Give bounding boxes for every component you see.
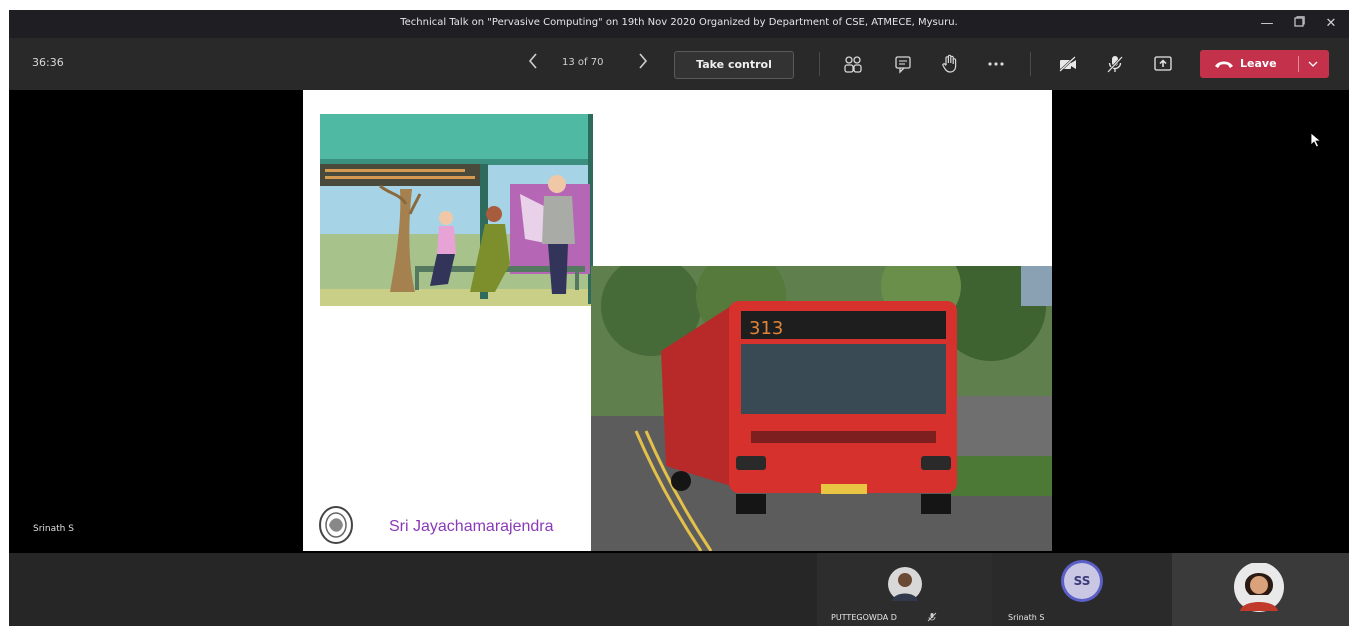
chevron-right-icon — [639, 53, 648, 69]
meeting-timer: 36:36 — [32, 56, 64, 69]
leave-divider — [1298, 56, 1299, 72]
shared-slide: 313 Sri Jayachamarajendra — [303, 90, 1052, 551]
previous-slide-button[interactable] — [527, 52, 539, 75]
avatar — [1234, 563, 1284, 612]
mic-off-icon — [927, 612, 937, 622]
participant-name: Srinath S — [1008, 613, 1045, 622]
mic-toggle-button[interactable] — [1104, 53, 1126, 75]
leave-button[interactable]: Leave — [1200, 50, 1329, 78]
meeting-window: Technical Talk on "Pervasive Computing" … — [9, 10, 1349, 626]
mouse-cursor-icon — [1310, 132, 1322, 148]
participants-strip: PUTTEGOWDA D SS Srinath S — [9, 553, 1349, 626]
phone-icon — [1215, 61, 1233, 68]
window-title: Technical Talk on "Pervasive Computing" … — [400, 17, 958, 28]
chat-icon — [895, 56, 911, 74]
toolbar-divider — [819, 52, 820, 76]
participant-name: PUTTEGOWDA D — [831, 613, 897, 622]
title-bar: Technical Talk on "Pervasive Computing" … — [9, 10, 1349, 38]
slide-counter: 13 of 70 — [562, 57, 604, 68]
close-button[interactable]: ✕ — [1320, 14, 1342, 34]
camera-toggle-button[interactable] — [1057, 53, 1079, 75]
more-actions-button[interactable] — [985, 53, 1007, 75]
participant-tile[interactable]: PUTTEGOWDA D — [817, 553, 992, 626]
bus-photo: 313 — [591, 266, 1052, 551]
bus-stop-illustration — [320, 114, 593, 306]
toolbar-divider — [1030, 52, 1031, 76]
maximize-icon — [1293, 16, 1305, 27]
camera-off-icon — [1059, 56, 1076, 72]
participant-tile[interactable] — [1172, 553, 1349, 626]
more-icon — [988, 62, 1004, 66]
presenter-name: Srinath S — [33, 524, 74, 534]
meeting-stage: 313 Sri Jayachamarajendra Srinath S — [9, 90, 1349, 553]
minimize-button[interactable]: — — [1256, 14, 1278, 34]
avatar — [888, 567, 922, 601]
next-slide-button[interactable] — [637, 52, 649, 75]
raise-hand-button[interactable] — [939, 53, 961, 75]
participant-tile[interactable]: SS Srinath S — [992, 553, 1172, 626]
maximize-button[interactable] — [1288, 14, 1310, 34]
mic-off-icon — [1107, 56, 1123, 73]
chevron-left-icon — [528, 53, 537, 69]
participants-icon — [844, 56, 862, 73]
chat-button[interactable] — [892, 53, 914, 75]
share-tray-button[interactable] — [1152, 53, 1174, 75]
take-control-button[interactable]: Take control — [674, 51, 794, 79]
chevron-down-icon[interactable] — [1308, 60, 1318, 68]
slide-footer-text: Sri Jayachamarajendra — [389, 518, 554, 535]
avatar: SS — [1064, 563, 1100, 599]
institute-logo — [319, 506, 353, 544]
share-icon — [1154, 56, 1172, 71]
route-number: 313 — [749, 318, 783, 339]
participants-button[interactable] — [842, 53, 864, 75]
leave-label: Leave — [1240, 57, 1277, 70]
raise-hand-icon — [942, 54, 957, 73]
meeting-toolbar: 36:36 13 of 70 Take control Leave — [9, 38, 1349, 90]
